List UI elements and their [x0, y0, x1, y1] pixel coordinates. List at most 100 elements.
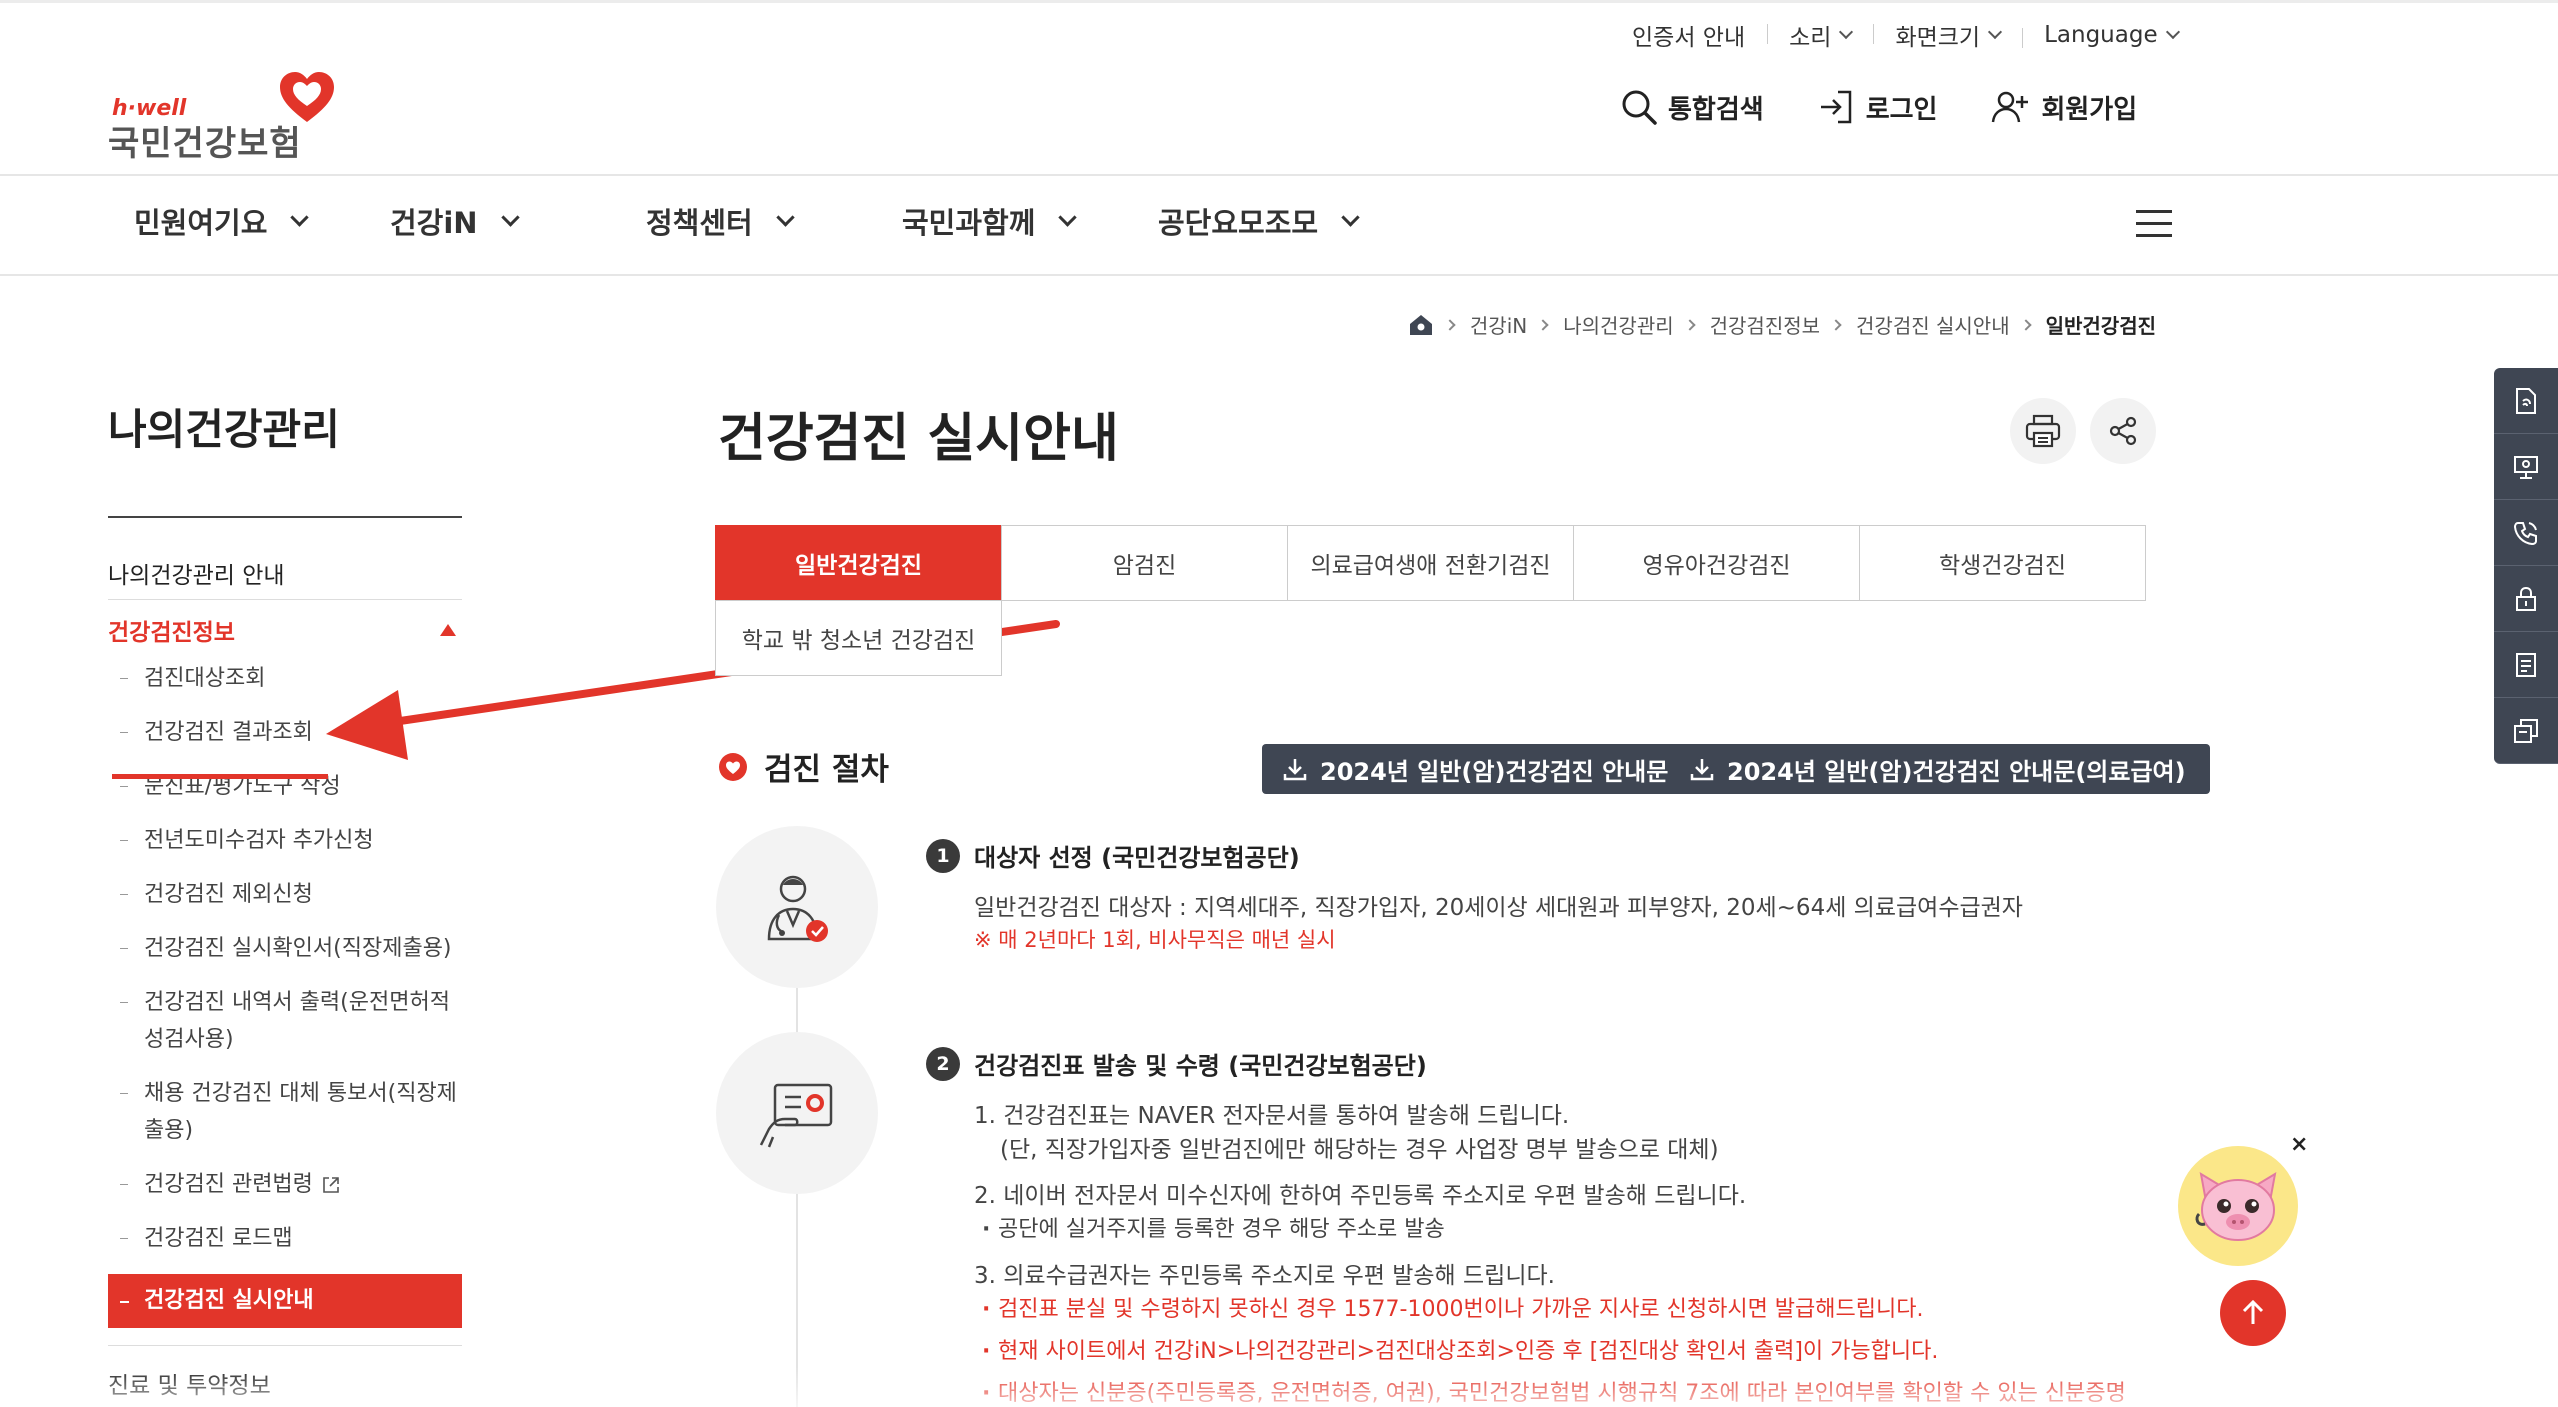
step2-illustration	[716, 1032, 878, 1194]
chevron-down-icon	[1839, 24, 1854, 40]
print-button[interactable]	[2010, 398, 2076, 464]
section-heading: 검진 절차	[718, 744, 889, 789]
arrow-up-icon	[2242, 1299, 2264, 1324]
sound-dropdown[interactable]: 소리	[1767, 18, 1873, 52]
gnb-label: 정책센터	[646, 206, 753, 240]
tab-cancer[interactable]: 암검진	[1001, 525, 1288, 601]
sidebar-group-checkup-info[interactable]: 건강검진정보	[108, 600, 462, 660]
sidebar-sub-hiring-notice[interactable]: 채용 건강검진 대체 통보서(직장제출용)	[108, 1075, 462, 1149]
sidebar-sub-target-lookup[interactable]: 검진대상조회	[108, 660, 462, 697]
login-icon	[1820, 90, 1851, 124]
signup-button[interactable]: 회원가입	[1991, 88, 2137, 126]
share-button[interactable]	[2090, 398, 2156, 464]
gnb-label: 국민과함께	[902, 206, 1036, 240]
step2-heading: 2 건강검진표 발송 및 수령 (국민건강보험공단)	[926, 1046, 2166, 1081]
gnb-item-health-in[interactable]: 건강iN	[390, 200, 646, 242]
sidebar-sub-history-print[interactable]: 건강검진 내역서 출력(운전면허적성검사용)	[108, 984, 462, 1058]
breadcrumb-item[interactable]: 나의건강관리	[1563, 310, 1673, 339]
quick-monitor-button[interactable]	[2494, 434, 2558, 500]
tab-general[interactable]: 일반건강검진	[715, 525, 1002, 601]
sidebar-sub-exclusion[interactable]: 건강검진 제외신청	[108, 876, 462, 913]
breadcrumb: 건강iN 나의건강관리 건강검진정보 건강검진 실시안내 일반건강검진	[1408, 310, 2156, 339]
sound-label: 소리	[1789, 25, 1832, 51]
section-title: 검진 절차	[764, 752, 889, 788]
chevron-down-icon	[776, 207, 795, 227]
chevron-right-icon	[1830, 318, 1842, 331]
chatbot-close-icon[interactable]: ×	[2290, 1132, 2308, 1157]
chevron-down-icon	[500, 207, 520, 227]
tab-infant[interactable]: 영유아건강검진	[1573, 525, 1860, 601]
quick-phone-button[interactable]	[2494, 500, 2558, 566]
sidebar-sub-roadmap[interactable]: 건강검진 로드맵	[108, 1220, 462, 1257]
language-label: Language	[2044, 22, 2158, 48]
breadcrumb-item[interactable]: 건강iN	[1470, 310, 1527, 339]
annotation-underline	[112, 774, 328, 779]
quick-lock-button[interactable]	[2494, 566, 2558, 632]
quick-menu	[2494, 368, 2558, 764]
language-dropdown[interactable]: Language	[2022, 22, 2200, 48]
sidebar-group-treatment[interactable]: 진료 및 투약정보	[108, 1345, 462, 1400]
breadcrumb-item[interactable]: 건강검진정보	[1710, 310, 1820, 339]
chatbot-mascot-icon	[2195, 1172, 2277, 1241]
gnb-item-civil[interactable]: 민원여기요	[134, 200, 390, 242]
login-label: 로그인	[1865, 94, 1938, 125]
cert-label: 인증서 안내	[1632, 25, 1746, 51]
chevron-down-icon	[290, 207, 310, 227]
gnb-item-policy[interactable]: 정책센터	[646, 200, 902, 242]
cert-guide-link[interactable]: 인증서 안내	[1610, 18, 1767, 52]
sidebar-item-guide[interactable]: 나의건강관리 안내	[108, 546, 462, 600]
download-guide-button[interactable]: 2024년 일반(암)건강검진 안내문	[1262, 744, 1693, 794]
copy-icon	[2514, 718, 2538, 743]
step2-line2: 2. 네이버 전자문서 미수신자에 한하여 주민등록 주소지로 우편 발송해 드…	[974, 1183, 1747, 1209]
screen-size-dropdown[interactable]: 화면크기	[1873, 18, 2022, 52]
quick-note-button[interactable]	[2494, 632, 2558, 698]
tab-transition[interactable]: 의료급여생애 전환기검진	[1287, 525, 1574, 601]
download-icon	[1690, 759, 1714, 781]
step2-line3b: 검진표 분실 및 수령하지 못하신 경우 1577-1000번이나 가까운 지사…	[926, 1293, 2166, 1327]
download-guide-medicaid-button[interactable]: 2024년 일반(암)건강검진 안내문(의료급여)	[1669, 744, 2210, 794]
breadcrumb-item[interactable]: 건강검진 실시안내	[1856, 310, 2010, 339]
lock-icon	[2516, 586, 2536, 611]
hamburger-menu-icon[interactable]	[2136, 210, 2172, 238]
gnb-item-together[interactable]: 국민과함께	[902, 200, 1158, 242]
sidebar-sub-label: 건강검진 관련법령	[144, 1172, 313, 1197]
sidebar-sub-confirmation[interactable]: 건강검진 실시확인서(직장제출용)	[108, 930, 462, 967]
search-label: 통합검색	[1668, 94, 1764, 125]
chatbot-button[interactable]	[2178, 1146, 2298, 1266]
login-button[interactable]: 로그인	[1818, 88, 1938, 126]
step-2: 2 건강검진표 발송 및 수령 (국민건강보험공단) 1. 건강검진표는 NAVE…	[926, 1046, 2166, 1407]
sidebar-sub-laws[interactable]: 건강검진 관련법령	[108, 1166, 462, 1203]
tab-student[interactable]: 학생건강검진	[1859, 525, 2146, 601]
document-icon	[2516, 387, 2536, 414]
quick-document-button[interactable]	[2494, 368, 2558, 434]
gnb-label: 민원여기요	[134, 206, 268, 240]
caret-up-icon	[440, 624, 456, 636]
integrated-search-button[interactable]: 통합검색	[1620, 88, 1764, 126]
printer-icon	[2025, 414, 2061, 448]
phone-icon	[2513, 521, 2537, 545]
sidebar-sub-additional-request[interactable]: 전년도미수검자 추가신청	[108, 822, 462, 859]
step-number: 1	[926, 838, 960, 873]
monitor-icon	[2514, 455, 2538, 479]
tab-out-of-school[interactable]: 학교 밖 청소년 건강검진	[715, 600, 1002, 676]
gnb-item-about[interactable]: 공단요모조모	[1158, 200, 1414, 242]
quick-copy-button[interactable]	[2494, 698, 2558, 764]
chevron-down-icon	[1058, 207, 1078, 227]
step1-note: ※ 매 2년마다 1회, 비사무직은 매년 실시	[974, 928, 1336, 952]
sidebar-sub-result-lookup[interactable]: 건강검진 결과조회	[108, 714, 462, 751]
step2-line3d: 대상자는 신분증(주민등록증, 운전면허증, 여권), 국민건강보험법 시행규칙…	[926, 1377, 2126, 1407]
step-title: 대상자 선정 (국민건강보험공단)	[974, 844, 1300, 872]
sidebar-sub-implementation-guide[interactable]: 건강검진 실시안내	[108, 1274, 462, 1328]
sidebar-title: 나의건강관리	[108, 405, 340, 454]
scroll-top-button[interactable]	[2220, 1280, 2286, 1346]
step1-heading: 1 대상자 선정 (국민건강보험공단)	[926, 838, 2166, 873]
step2-line1: 1. 건강검진표는 NAVER 전자문서를 통하여 발송해 드립니다.	[974, 1103, 1570, 1129]
chevron-down-icon	[1341, 207, 1360, 227]
home-icon[interactable]	[1408, 313, 1434, 337]
sidebar-menu: 나의건강관리 안내 건강검진정보 검진대상조회 건강검진 결과조회 문진표/평가…	[108, 546, 462, 1400]
search-icon	[1622, 90, 1657, 125]
gnb-divider	[0, 274, 2558, 276]
logo-name: 국민건강보험	[108, 124, 302, 164]
heart-logo-icon	[280, 72, 334, 122]
nhis-logo[interactable]: h·well 국민건강보험	[106, 70, 346, 164]
